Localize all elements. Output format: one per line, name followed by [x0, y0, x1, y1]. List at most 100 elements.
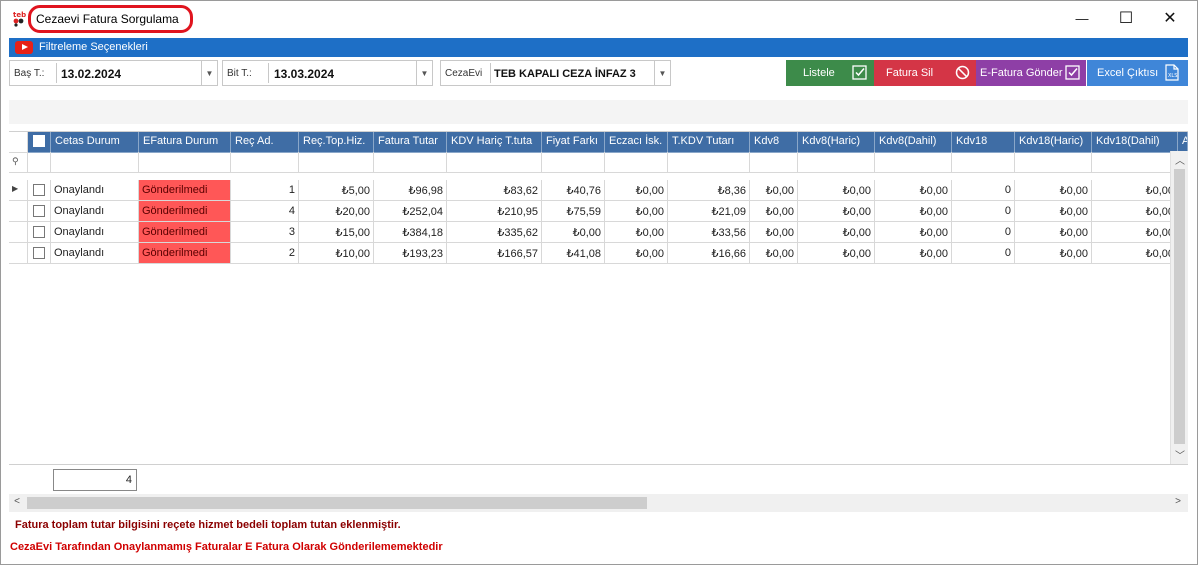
- cell-kdv18-dahil[interactable]: ₺0,00: [1092, 180, 1178, 201]
- cell-fatura-tutar[interactable]: ₺384,18: [374, 222, 447, 243]
- cell-kdv18-dahil[interactable]: ₺0,00: [1092, 222, 1178, 243]
- row-checkbox[interactable]: [33, 247, 45, 259]
- col-header-fatura-tutar[interactable]: Fatura Tutar: [374, 132, 447, 153]
- row-indicator[interactable]: [9, 243, 28, 264]
- filter-section-header[interactable]: Filtreleme Seçenekleri: [9, 38, 1188, 57]
- filter-cell[interactable]: [952, 152, 1015, 173]
- cell-kdv8[interactable]: ₺0,00: [750, 201, 798, 222]
- col-header-fiyat-farki[interactable]: Fiyat Farkı: [542, 132, 605, 153]
- list-button[interactable]: Listele: [786, 60, 874, 86]
- filter-cell[interactable]: [299, 152, 374, 173]
- vertical-scroll-thumb[interactable]: [1174, 169, 1185, 444]
- cell-kdv18[interactable]: 0: [952, 222, 1015, 243]
- cell-kdv18[interactable]: 0: [952, 201, 1015, 222]
- horizontal-scroll-thumb[interactable]: [27, 497, 647, 509]
- select-all-cell[interactable]: [28, 132, 51, 153]
- cell-kdv-haric[interactable]: ₺83,62: [447, 180, 542, 201]
- delete-invoice-button[interactable]: Fatura Sil: [874, 60, 976, 86]
- end-date-dropdown-icon[interactable]: ▼: [416, 61, 432, 85]
- end-date-value[interactable]: 13.03.2024: [274, 67, 334, 81]
- filter-cell[interactable]: [542, 152, 605, 173]
- cell-kdv18[interactable]: 0: [952, 243, 1015, 264]
- cell-kdv-tutari[interactable]: ₺33,56: [668, 222, 750, 243]
- cell-rec-adet[interactable]: 2: [231, 243, 299, 264]
- horizontal-scrollbar[interactable]: < >: [9, 494, 1188, 512]
- col-header-kdv8[interactable]: Kdv8: [750, 132, 798, 153]
- col-header-cetas[interactable]: Cetas Durum: [51, 132, 139, 153]
- cell-kdv-haric[interactable]: ₺166,57: [447, 243, 542, 264]
- col-header-kdv-haric[interactable]: KDV Hariç T.tuta: [447, 132, 542, 153]
- vertical-scrollbar[interactable]: ︿ ﹀: [1170, 151, 1188, 464]
- cell-cetas[interactable]: Onaylandı: [51, 222, 139, 243]
- filter-cell[interactable]: [447, 152, 542, 173]
- send-efatura-button[interactable]: E-Fatura Gönder: [976, 60, 1086, 86]
- col-header-rec-adet[interactable]: Reç Ad.: [231, 132, 299, 153]
- cell-kdv18-haric[interactable]: ₺0,00: [1015, 243, 1092, 264]
- row-indicator[interactable]: ▶: [9, 180, 28, 201]
- col-header-kdv-tutari[interactable]: T.KDV Tutarı: [668, 132, 750, 153]
- start-date-dropdown-icon[interactable]: ▼: [201, 61, 217, 85]
- cell-kdv8-haric[interactable]: ₺0,00: [798, 201, 875, 222]
- cell-fatura-tutar[interactable]: ₺193,23: [374, 243, 447, 264]
- title-bar[interactable]: teb Cezaevi Fatura Sorgulama — ☐ ✕: [1, 1, 1197, 35]
- cell-eczaci-isk[interactable]: ₺0,00: [605, 243, 668, 264]
- cell-kdv8-haric[interactable]: ₺0,00: [798, 222, 875, 243]
- cell-kdv8-haric[interactable]: ₺0,00: [798, 180, 875, 201]
- start-date-value[interactable]: 13.02.2024: [61, 67, 121, 81]
- collapse-play-icon[interactable]: [15, 41, 33, 54]
- cell-efatura[interactable]: Gönderilmedi: [139, 222, 231, 243]
- cell-rec-adet[interactable]: 1: [231, 180, 299, 201]
- cell-cetas[interactable]: Onaylandı: [51, 243, 139, 264]
- filter-cell[interactable]: [1015, 152, 1092, 173]
- cell-fiyat-farki[interactable]: ₺75,59: [542, 201, 605, 222]
- row-checkbox[interactable]: [33, 205, 45, 217]
- end-date-picker[interactable]: Bit T.: 13.03.2024 ▼: [222, 60, 433, 86]
- cell-kdv8-dahil[interactable]: ₺0,00: [875, 180, 952, 201]
- col-header-rec-hizmet[interactable]: Reç.Top.Hiz.: [299, 132, 374, 153]
- filter-cell[interactable]: [28, 152, 51, 173]
- row-select-cell[interactable]: [28, 243, 51, 264]
- cell-rec-hizmet[interactable]: ₺5,00: [299, 180, 374, 201]
- cell-kdv8-haric[interactable]: ₺0,00: [798, 243, 875, 264]
- row-select-cell[interactable]: [28, 222, 51, 243]
- cell-eczaci-isk[interactable]: ₺0,00: [605, 222, 668, 243]
- cell-fiyat-farki[interactable]: ₺40,76: [542, 180, 605, 201]
- minimize-button[interactable]: —: [1059, 1, 1105, 35]
- cell-fatura-tutar[interactable]: ₺96,98: [374, 180, 447, 201]
- cell-rec-hizmet[interactable]: ₺15,00: [299, 222, 374, 243]
- maximize-button[interactable]: ☐: [1103, 1, 1149, 35]
- cell-kdv8-dahil[interactable]: ₺0,00: [875, 243, 952, 264]
- cell-kdv-tutari[interactable]: ₺16,66: [668, 243, 750, 264]
- cell-kdv18-haric[interactable]: ₺0,00: [1015, 201, 1092, 222]
- filter-cell[interactable]: [1092, 152, 1178, 173]
- col-header-kdv8-haric[interactable]: Kdv8(Haric): [798, 132, 875, 153]
- cell-kdv8-dahil[interactable]: ₺0,00: [875, 201, 952, 222]
- cell-efatura[interactable]: Gönderilmedi: [139, 243, 231, 264]
- filter-cell[interactable]: [798, 152, 875, 173]
- invoice-grid[interactable]: Cetas Durum EFatura Durum Reç Ad. Reç.To…: [9, 131, 1188, 464]
- cell-kdv8[interactable]: ₺0,00: [750, 222, 798, 243]
- col-header-efatura[interactable]: EFatura Durum: [139, 132, 231, 153]
- scroll-down-icon[interactable]: ﹀: [1172, 447, 1188, 462]
- excel-export-button[interactable]: Excel Çıktısı XLS: [1087, 60, 1188, 86]
- cell-kdv-haric[interactable]: ₺210,95: [447, 201, 542, 222]
- scroll-right-icon[interactable]: >: [1170, 496, 1186, 507]
- scroll-up-icon[interactable]: ︿: [1172, 152, 1188, 167]
- cell-efatura[interactable]: Gönderilmedi: [139, 201, 231, 222]
- cell-kdv-tutari[interactable]: ₺21,09: [668, 201, 750, 222]
- prison-select[interactable]: CezaEvi TEB KAPALI CEZA İNFAZ 3 ▼: [440, 60, 671, 86]
- row-indicator[interactable]: [9, 222, 28, 243]
- row-checkbox[interactable]: [33, 226, 45, 238]
- filter-cell[interactable]: [139, 152, 231, 173]
- col-header-kdv18-haric[interactable]: Kdv18(Haric): [1015, 132, 1092, 153]
- cell-kdv8[interactable]: ₺0,00: [750, 180, 798, 201]
- cell-eczaci-isk[interactable]: ₺0,00: [605, 201, 668, 222]
- prison-value[interactable]: TEB KAPALI CEZA İNFAZ 3: [494, 68, 636, 80]
- col-header-eczaci-isk[interactable]: Eczacı İsk.: [605, 132, 668, 153]
- cell-rec-hizmet[interactable]: ₺10,00: [299, 243, 374, 264]
- row-select-cell[interactable]: [28, 201, 51, 222]
- cell-kdv18-haric[interactable]: ₺0,00: [1015, 180, 1092, 201]
- row-select-cell[interactable]: [28, 180, 51, 201]
- cell-cetas[interactable]: Onaylandı: [51, 201, 139, 222]
- row-checkbox[interactable]: [33, 184, 45, 196]
